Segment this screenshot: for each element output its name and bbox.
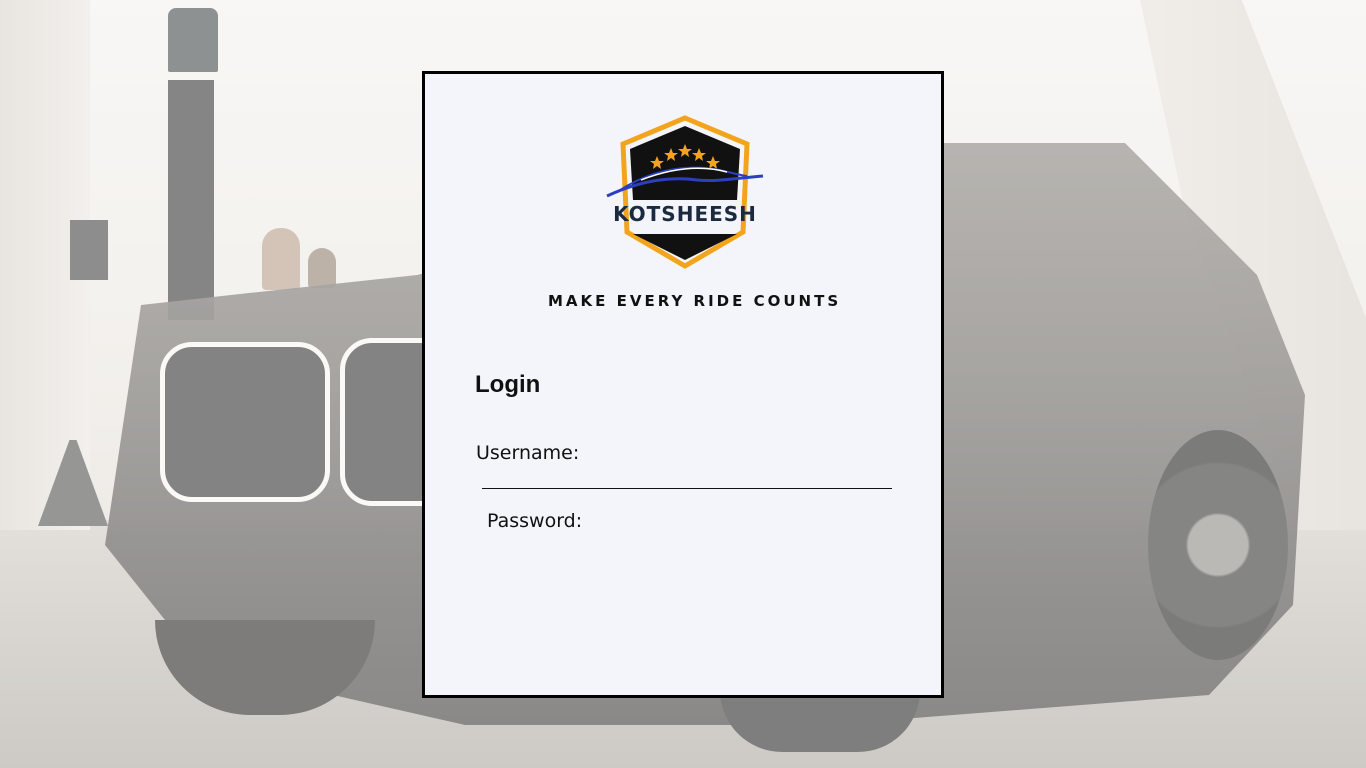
shield-car-logo: KOTSHEESH [597,114,773,274]
login-card: KOTSHEESH MAKE EVERY RIDE COUNTS Login U… [422,71,944,698]
login-title: Login [475,371,541,398]
password-label: Password: [487,510,583,532]
username-label: Username: [476,442,580,464]
brand-name: KOTSHEESH [613,202,757,226]
password-field[interactable] [607,510,901,538]
username-field[interactable] [603,442,897,470]
brand-tagline: MAKE EVERY RIDE COUNTS [548,292,842,310]
logo-graphic [606,115,764,269]
username-underline [482,488,892,489]
